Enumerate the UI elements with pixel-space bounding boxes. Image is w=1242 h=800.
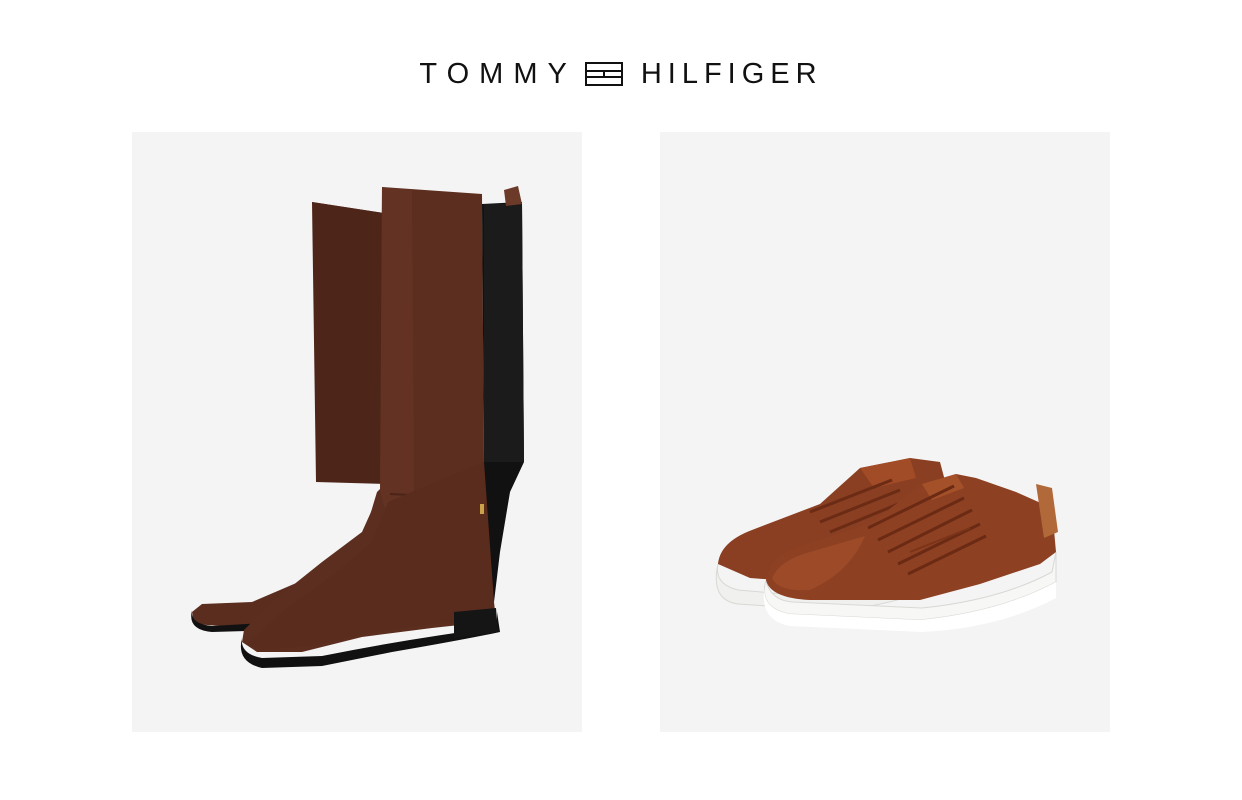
logo-word-tommy: TOMMY xyxy=(419,57,577,90)
brand-header: TOMMY HILFIGER xyxy=(0,48,1242,100)
product-card-boots[interactable] xyxy=(132,132,582,732)
product-card-sneakers[interactable] xyxy=(660,132,1110,732)
boots-image xyxy=(132,132,582,732)
product-grid xyxy=(132,132,1110,732)
flag-icon xyxy=(584,62,623,86)
logo-word-hilfiger: HILFIGER xyxy=(640,57,823,90)
sneakers-image xyxy=(660,132,1110,732)
tommy-hilfiger-logo[interactable]: TOMMY HILFIGER xyxy=(419,57,823,90)
